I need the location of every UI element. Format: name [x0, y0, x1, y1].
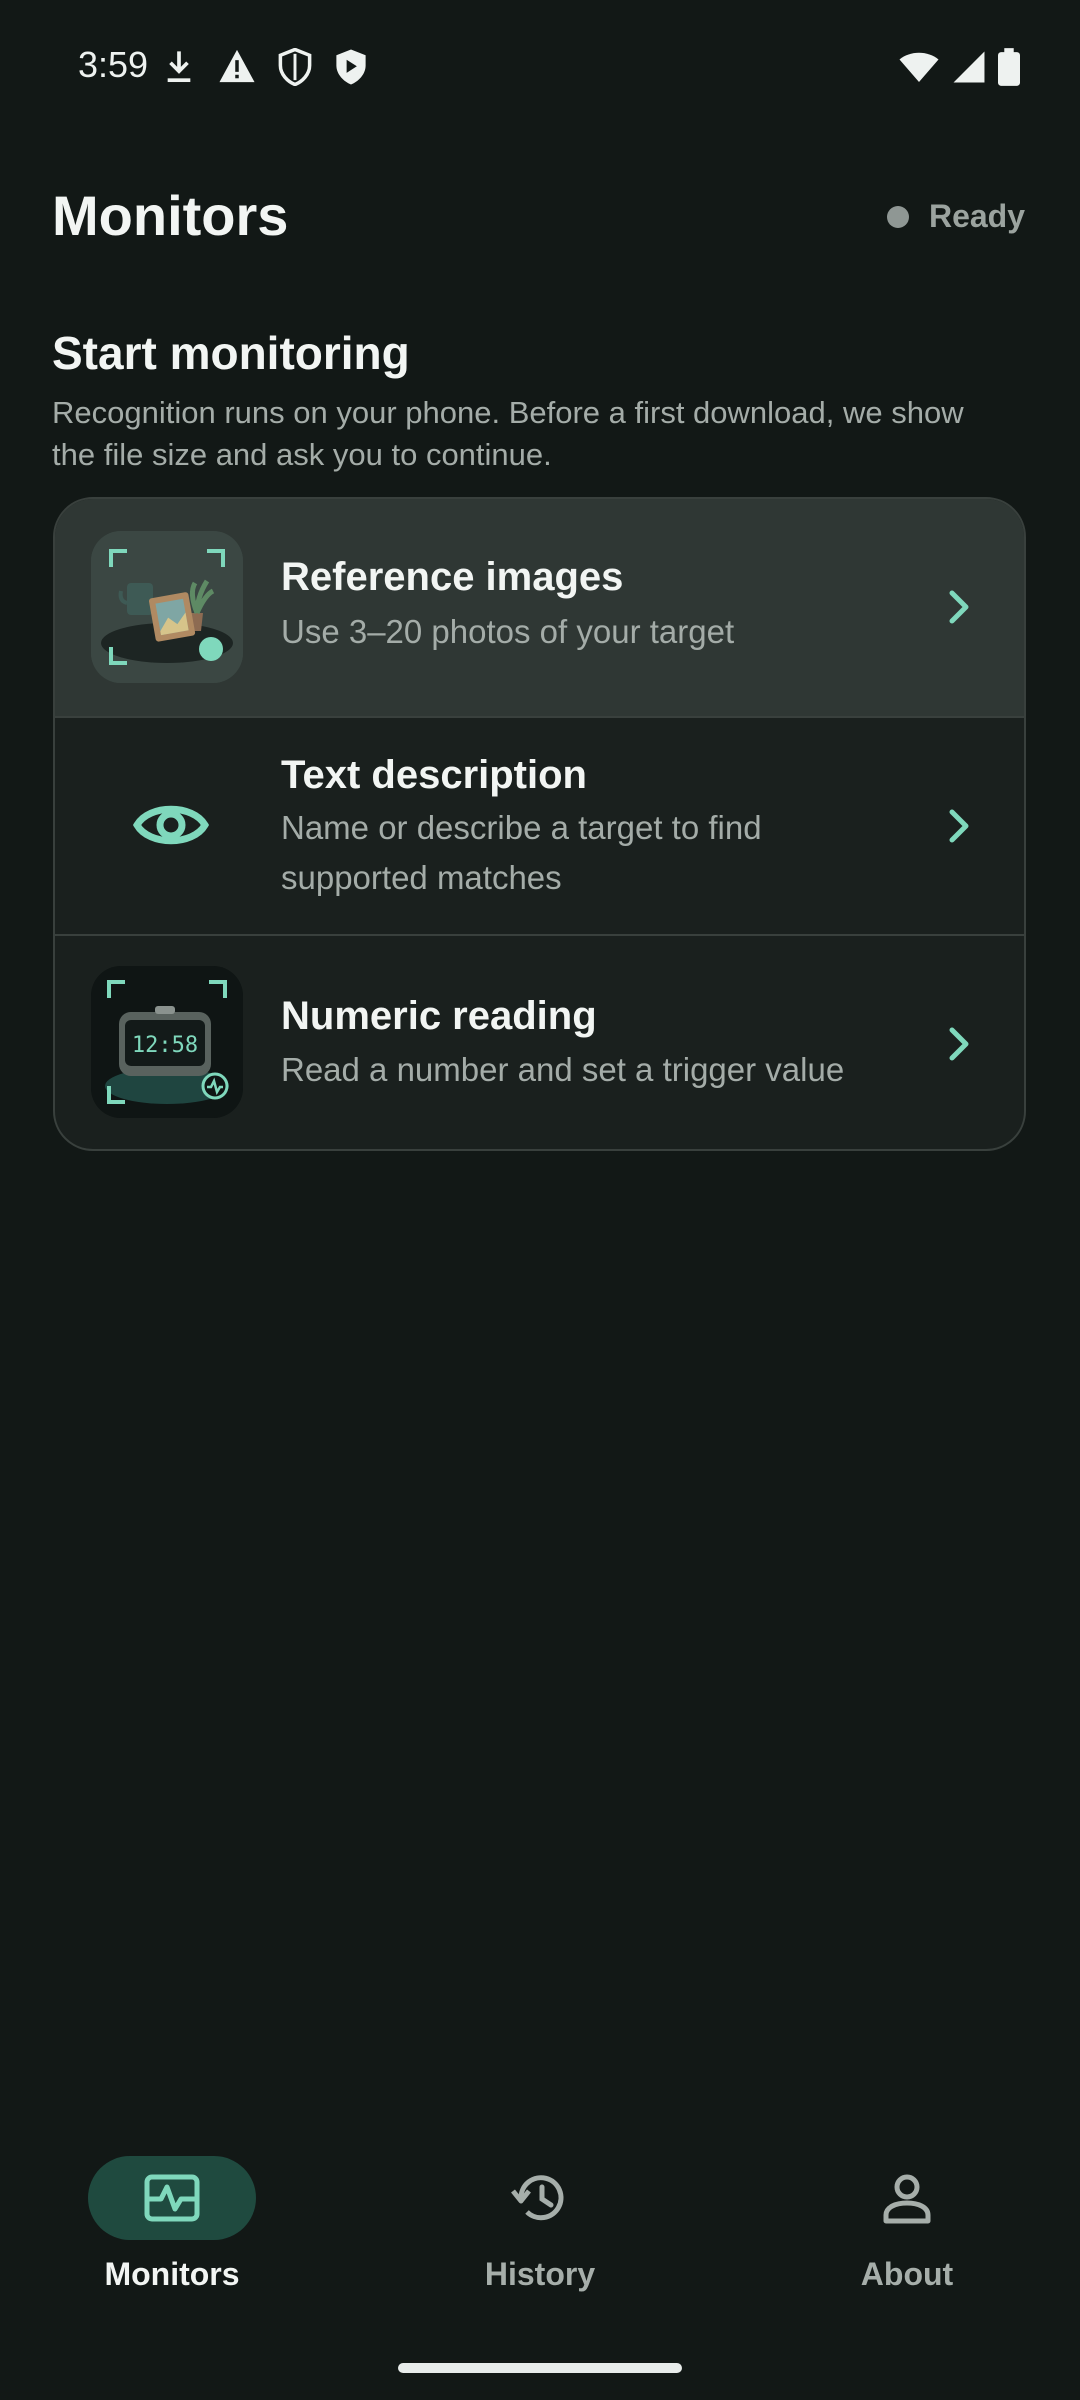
- status-time: 3:59: [78, 44, 149, 85]
- bottom-navigation: Monitors History About: [0, 2130, 1080, 2330]
- option-title: Text description: [281, 753, 587, 797]
- download-icon: [167, 51, 191, 83]
- option-title: Reference images: [281, 555, 624, 599]
- nav-item-monitors[interactable]: Monitors: [52, 2156, 292, 2293]
- status-bar: 3:59: [0, 0, 1080, 136]
- nav-label: History: [484, 2256, 596, 2292]
- nav-item-history[interactable]: History: [420, 2156, 660, 2293]
- nav-item-about[interactable]: About: [787, 2156, 1027, 2293]
- page-title: Monitors: [52, 184, 289, 247]
- nav-active-indicator: [88, 2156, 256, 2240]
- option-reference-images[interactable]: Reference images Use 3–20 photos of your…: [55, 499, 1024, 716]
- status-dot: [886, 205, 909, 228]
- chevron-right-icon: [949, 1027, 969, 1061]
- monitor-options-card: Reference images Use 3–20 photos of your…: [53, 497, 1026, 1151]
- option-numeric-reading[interactable]: 12:58 Numeric reading Read a number and …: [55, 934, 1024, 1149]
- monitor-pulse-icon: [144, 2174, 200, 2222]
- clock-display-thumbnail: 12:58: [91, 966, 243, 1118]
- status-system-icons: [898, 48, 1020, 86]
- wifi-icon: [899, 52, 939, 82]
- reference-images-illustration: [91, 531, 243, 683]
- option-title: Numeric reading: [281, 994, 597, 1038]
- option-subtitle: Use 3–20 photos of your target: [281, 613, 735, 650]
- eye-icon: [132, 805, 210, 845]
- status-indicator: Ready: [886, 198, 1025, 235]
- option-subtitle: Name or describe a target to find suppor…: [281, 809, 762, 896]
- option-text-description[interactable]: Text description Name or describe a targ…: [55, 716, 1024, 934]
- section-description: Recognition runs on your phone. Before a…: [52, 395, 964, 472]
- status-notification-icons: [162, 48, 368, 86]
- status-label: Ready: [928, 198, 1025, 234]
- home-indicator[interactable]: [398, 2363, 682, 2373]
- chevron-right-icon: [949, 590, 969, 624]
- nav-label: About: [860, 2256, 954, 2292]
- chevron-right-icon: [949, 809, 969, 843]
- warning-icon: [219, 49, 255, 83]
- clock-digits: 12:58: [132, 1033, 198, 1058]
- history-icon: [511, 2175, 564, 2221]
- nav-label: Monitors: [104, 2256, 240, 2292]
- battery-icon: [998, 48, 1020, 86]
- section-title: Start monitoring: [52, 327, 410, 379]
- clock-display-illustration: 12:58: [91, 966, 243, 1118]
- shield-play-icon: [336, 49, 366, 85]
- option-subtitle: Read a number and set a trigger value: [281, 1051, 845, 1088]
- person-icon: [883, 2174, 931, 2224]
- signal-icon: [953, 51, 985, 83]
- reference-images-thumbnail: [91, 531, 243, 683]
- shield-outline-icon: [278, 48, 312, 86]
